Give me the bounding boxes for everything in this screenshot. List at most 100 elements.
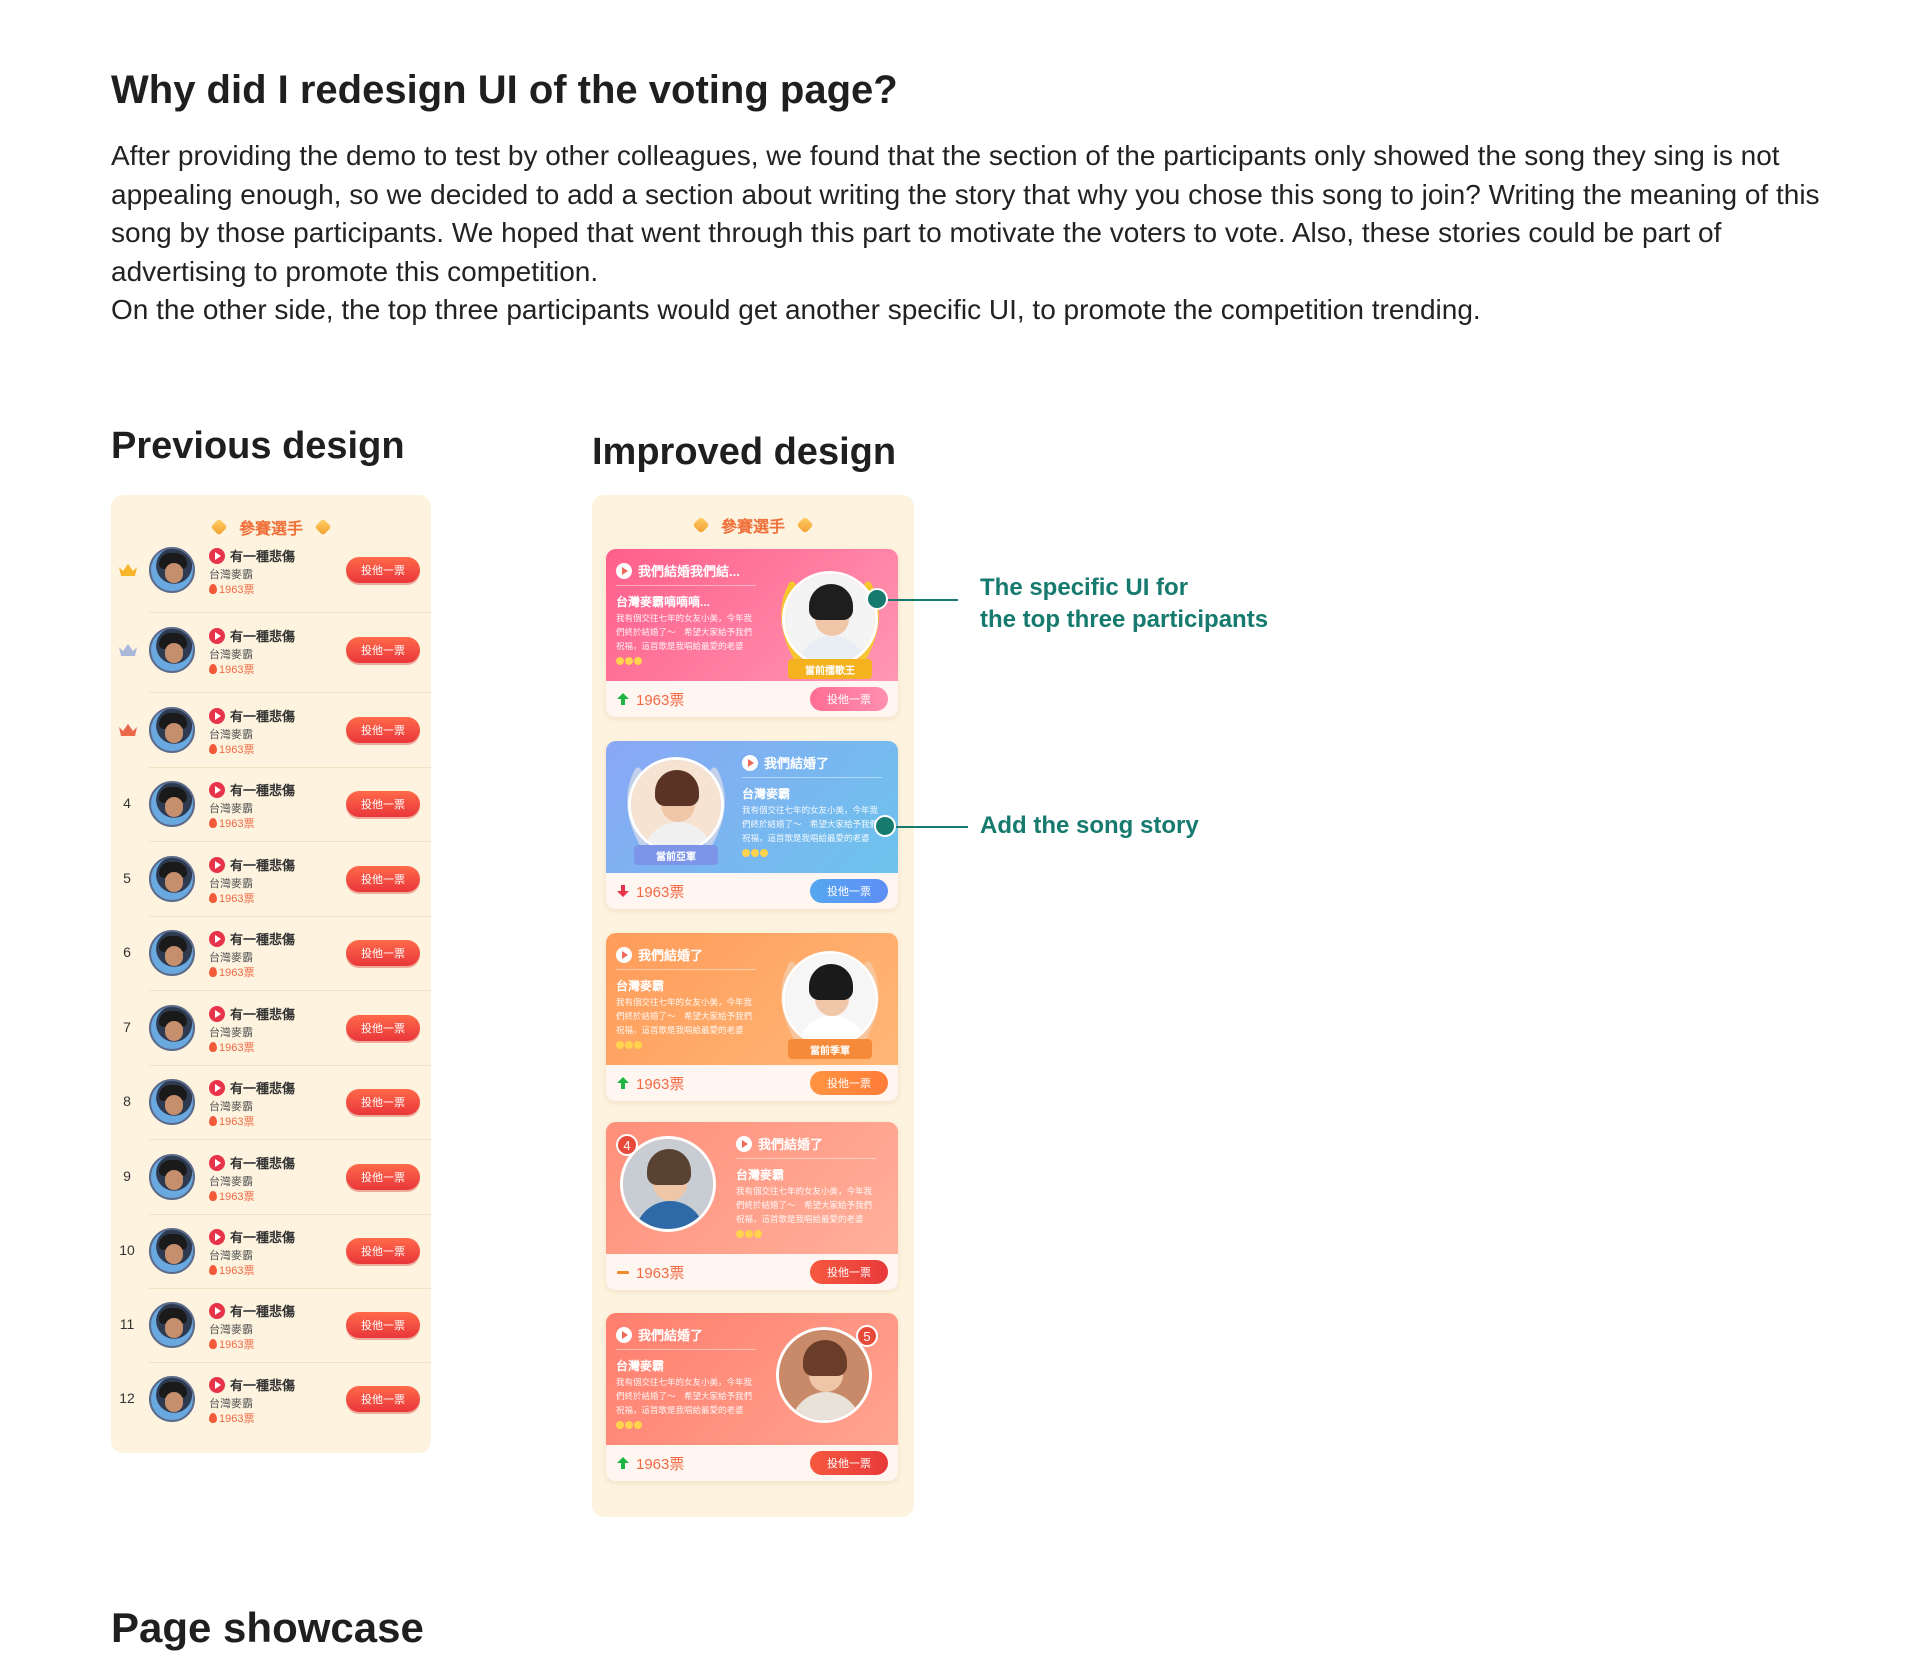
rank-number: 9 (123, 1168, 131, 1184)
song-title[interactable]: 有一種悲傷 (209, 1153, 295, 1172)
cube-icon (692, 516, 710, 534)
card-footer: 1963票 投他一票 (606, 1445, 898, 1481)
title-divider (742, 777, 882, 778)
participant-card: 4 我們結婚了 台灣麥霸 我有個交往七年的女友小美，今年我們終於結婚了～ 希望大家給予… (606, 1122, 898, 1290)
play-icon[interactable] (209, 781, 225, 798)
flame-icon (209, 967, 217, 977)
avatar-face (165, 1244, 183, 1264)
vote-button[interactable]: 投他一票 (346, 940, 420, 966)
vote-count: 1963票 (616, 881, 684, 902)
artist-name: 台灣麥霸 (736, 1168, 785, 1182)
vote-button[interactable]: 投他一票 (346, 1015, 420, 1041)
annotation-top-three-line2: the top three participants (980, 606, 1269, 633)
vote-button[interactable]: 投他一票 (346, 1312, 420, 1338)
song-title-text: 有一種悲傷 (230, 1007, 296, 1022)
play-icon[interactable] (209, 1005, 225, 1022)
participant-row: 4 有一種悲傷 台灣麥霸 1963票 投他一票 (111, 767, 431, 842)
artist-name: 台灣麥霸 (616, 979, 665, 993)
photo-hair (803, 1340, 847, 1376)
vote-count: 1963票 (209, 1113, 254, 1129)
avatar-face (165, 1392, 183, 1412)
play-icon[interactable] (209, 1376, 225, 1393)
flame-icon (209, 1116, 217, 1126)
play-icon[interactable] (209, 627, 225, 644)
card-header: 5 我們結婚了 台灣麥霸 我有個交往七年的女友小美，今年我們終於結婚了～ 希望大家給予… (606, 1313, 898, 1445)
emoji-icons (616, 656, 642, 665)
song-title-text: 有一種悲傷 (230, 1378, 296, 1393)
song-title-text: 有一種悲傷 (230, 1081, 296, 1096)
play-icon[interactable] (209, 547, 225, 564)
song-title[interactable]: 有一種悲傷 (209, 546, 295, 565)
song-title[interactable]: 有一種悲傷 (209, 1375, 295, 1394)
play-icon[interactable] (616, 562, 632, 579)
avatar (149, 547, 195, 593)
song-title[interactable]: 有一種悲傷 (209, 626, 295, 645)
smile-emoji-icon (625, 1420, 633, 1429)
rank-number: 11 (119, 1316, 135, 1332)
vote-count-text: 1963票 (219, 818, 255, 830)
smile-emoji-icon (742, 848, 750, 857)
play-icon[interactable] (209, 707, 225, 724)
song-title[interactable]: 我們結婚了 (742, 753, 829, 772)
song-title[interactable]: 我們結婚了 (616, 1325, 703, 1344)
artist-name: 台灣麥霸 (209, 1324, 253, 1336)
play-icon[interactable] (209, 1154, 225, 1171)
vote-button[interactable]: 投他一票 (810, 1071, 888, 1095)
vote-button[interactable]: 投他一票 (810, 879, 888, 903)
play-icon[interactable] (616, 1326, 632, 1343)
play-icon[interactable] (209, 1302, 225, 1319)
smile-emoji-icon (616, 1040, 624, 1049)
vote-button[interactable]: 投他一票 (810, 687, 888, 711)
smile-emoji-icon (760, 848, 768, 857)
song-title[interactable]: 有一種悲傷 (209, 780, 295, 799)
vote-button[interactable]: 投他一票 (346, 637, 420, 663)
vote-button[interactable]: 投他一票 (346, 866, 420, 892)
song-story: 我有個交往七年的女友小美，今年我們終於結婚了～ 希望大家給予我們祝福，這首歌是我… (616, 995, 756, 1051)
vote-button[interactable]: 投他一票 (346, 1386, 420, 1412)
song-title[interactable]: 有一種悲傷 (209, 855, 295, 874)
card-footer: 1963票 投他一票 (606, 1065, 898, 1101)
play-icon[interactable] (736, 1135, 752, 1152)
play-icon[interactable] (209, 856, 225, 873)
vote-button[interactable]: 投他一票 (810, 1451, 888, 1475)
arrow-up-icon (616, 1456, 630, 1470)
play-icon[interactable] (209, 1079, 225, 1096)
flame-icon (209, 1413, 217, 1423)
intro-paragraph-1: After providing the demo to test by othe… (111, 140, 1820, 287)
play-icon[interactable] (209, 1228, 225, 1245)
song-title[interactable]: 我們結婚我們結... (616, 561, 740, 580)
song-title-text: 有一種悲傷 (230, 858, 296, 873)
vote-button[interactable]: 投他一票 (346, 1238, 420, 1264)
song-title[interactable]: 有一種悲傷 (209, 1004, 295, 1023)
previous-design-panel: 參賽選手 有一種悲傷 台灣麥霸 1963票 投他一票 有一種悲傷 台灣麥霸 1963票 投他一… (111, 495, 431, 1453)
vote-button[interactable]: 投他一票 (346, 557, 420, 583)
artist-name: 台灣麥霸 (209, 1101, 253, 1113)
play-icon[interactable] (616, 946, 632, 963)
song-title-text: 有一種悲傷 (230, 783, 296, 798)
vote-count: 1963票 (209, 661, 254, 677)
vote-count: 1963票 (209, 890, 254, 906)
vote-button[interactable]: 投他一票 (346, 1164, 420, 1190)
vote-button[interactable]: 投他一票 (346, 791, 420, 817)
song-title[interactable]: 我們結婚了 (616, 945, 703, 964)
song-title[interactable]: 我們結婚了 (736, 1134, 823, 1153)
play-icon[interactable] (742, 754, 758, 771)
avatar (149, 627, 195, 673)
song-title[interactable]: 有一種悲傷 (209, 1227, 295, 1246)
play-icon[interactable] (209, 930, 225, 947)
crown-icon (118, 563, 138, 577)
song-title[interactable]: 有一種悲傷 (209, 929, 295, 948)
artist-name: 台灣麥霸 (209, 569, 253, 581)
song-title[interactable]: 有一種悲傷 (209, 706, 295, 725)
smile-emoji-icon (736, 1229, 744, 1238)
artist-name: 台灣麥霸 (209, 1176, 253, 1188)
song-title[interactable]: 有一種悲傷 (209, 1301, 295, 1320)
smile-emoji-icon (634, 1040, 642, 1049)
vote-button[interactable]: 投他一票 (346, 717, 420, 743)
vote-count: 1963票 (209, 581, 254, 597)
participant-card: 當前擂歌王 我們結婚我們結... 台灣麥霸嘀嘀嘀... 我有個交往七年的女友小美，今年… (606, 549, 898, 717)
song-title[interactable]: 有一種悲傷 (209, 1078, 295, 1097)
vote-button[interactable]: 投他一票 (346, 1089, 420, 1115)
vote-button[interactable]: 投他一票 (810, 1260, 888, 1284)
vote-count: 1963票 (209, 1262, 254, 1278)
